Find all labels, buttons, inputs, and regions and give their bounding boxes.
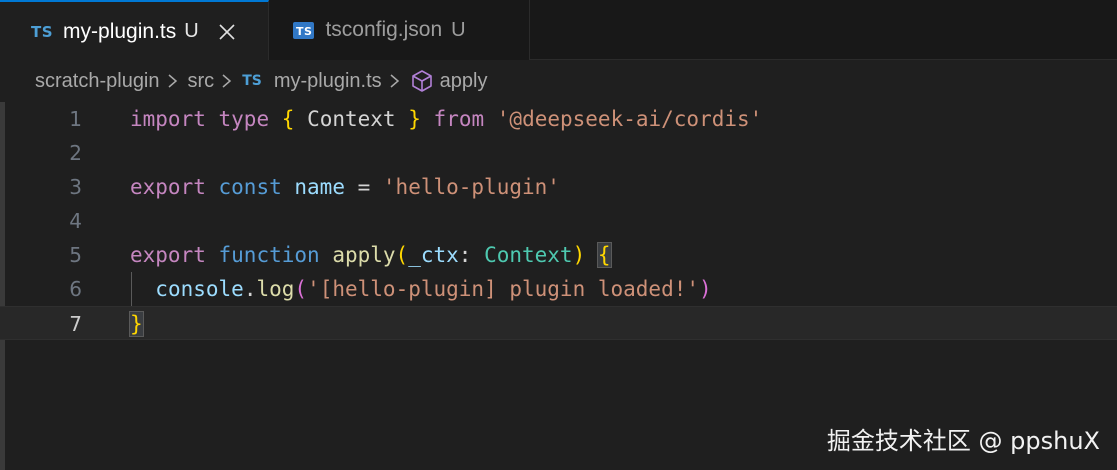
code-token: ): [572, 243, 586, 267]
code-token: apply: [332, 243, 396, 267]
code-token: type: [218, 107, 270, 131]
code-editor: TS my-plugin.ts U TS tsconfig.json U scr…: [0, 0, 1117, 470]
close-icon-glyph: [219, 23, 235, 40]
code-token: '@deepseek-ai/cordis': [496, 107, 763, 131]
code-token: :: [458, 243, 485, 267]
code-token: .: [243, 277, 257, 301]
chevron-right-icon: [220, 71, 234, 91]
untracked-status-badge: U: [451, 18, 466, 41]
line-number: 1: [69, 107, 82, 131]
code-token: Context: [307, 107, 396, 131]
tab-label: my-plugin.ts: [63, 19, 177, 43]
code-content: export function apply(_ctx: Context) {: [130, 238, 612, 272]
code-token: Context: [484, 243, 573, 267]
close-icon[interactable]: [217, 22, 237, 42]
line-number: 7: [69, 312, 82, 336]
tab-tsconfig-json[interactable]: TS tsconfig.json U: [269, 0, 530, 60]
code-area[interactable]: 1 import type { Context } from '@deepseek…: [0, 102, 1117, 470]
breadcrumb: scratch-plugin src TS my-plugin.ts apply: [0, 60, 1117, 102]
typescript-file-icon: TS: [242, 73, 262, 89]
watermark: 掘金技术社区 @ ppshuX: [826, 427, 1100, 455]
code-content: console.log('[hello-plugin] plugin loade…: [130, 272, 712, 306]
cube-icon: [410, 69, 434, 93]
code-line[interactable]: 6 console.log('[hello-plugin] plugin loa…: [0, 272, 1117, 306]
chevron-right-icon: [388, 71, 402, 91]
indent-guide: [131, 272, 132, 306]
line-number: 5: [69, 243, 82, 267]
code-token: (: [294, 277, 308, 301]
breadcrumb-item-apply[interactable]: apply: [440, 70, 488, 93]
breadcrumb-item-file[interactable]: my-plugin.ts: [274, 70, 382, 93]
breadcrumb-item-src[interactable]: src: [188, 70, 215, 93]
code-line[interactable]: 4: [0, 204, 1117, 238]
code-line[interactable]: 7}: [0, 306, 1117, 340]
code-token: log: [256, 277, 295, 301]
code-content: }: [129, 307, 144, 341]
code-token: ): [699, 277, 712, 301]
code-token: {: [281, 107, 295, 131]
untracked-status-badge: U: [184, 20, 199, 42]
code-token: _ctx: [408, 243, 459, 267]
code-content: export const name = 'hello-plugin': [130, 170, 560, 204]
code-token: 'hello-plugin': [382, 175, 560, 199]
code-line[interactable]: 3 export const name = 'hello-plugin': [0, 170, 1117, 204]
line-number: 4: [69, 209, 82, 233]
breadcrumb-item-scratch-plugin[interactable]: scratch-plugin: [35, 70, 160, 93]
code-token: (: [395, 243, 409, 267]
tab-my-plugin-ts[interactable]: TS my-plugin.ts U: [0, 0, 269, 61]
code-token: }: [129, 311, 144, 337]
code-line[interactable]: 2: [0, 136, 1117, 170]
code-token: from: [433, 107, 485, 131]
code-token: {: [596, 242, 612, 268]
code-token: =: [344, 175, 383, 199]
code-token: name: [294, 175, 345, 199]
code-token: export: [130, 243, 206, 267]
typescript-config-icon: TS: [293, 21, 315, 39]
line-number: 6: [69, 277, 82, 301]
line-number: 3: [69, 175, 82, 199]
code-line[interactable]: 1 import type { Context } from '@deepseek…: [0, 102, 1117, 136]
code-content: import type { Context } from '@deepseek-…: [130, 102, 762, 136]
code-line[interactable]: 5 export function apply(_ctx: Context) {: [0, 238, 1117, 272]
code-token: import: [130, 107, 206, 131]
code-token: export: [130, 175, 206, 199]
code-token: console: [155, 277, 244, 301]
tab-label: tsconfig.json: [325, 18, 443, 41]
code-token: function: [218, 243, 320, 267]
line-number: 2: [69, 141, 82, 165]
tab-bar: TS my-plugin.ts U TS tsconfig.json U: [0, 0, 1117, 61]
typescript-file-icon: TS: [31, 22, 54, 41]
code-token: }: [408, 107, 421, 131]
code-token: const: [218, 175, 282, 199]
chevron-right-icon: [166, 71, 180, 91]
code-token: '[hello-plugin] plugin loaded!': [307, 277, 699, 301]
